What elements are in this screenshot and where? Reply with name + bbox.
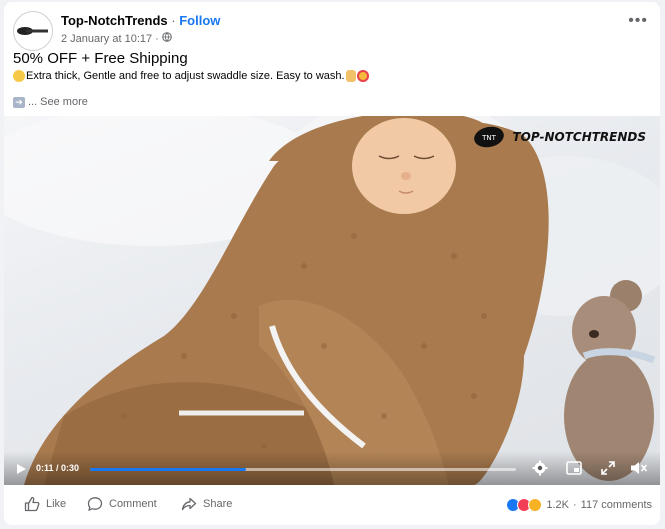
comment-label: Comment [109, 498, 157, 510]
play-button[interactable] [15, 462, 27, 480]
comment-icon [87, 497, 103, 511]
reaction-separator: · [573, 499, 577, 511]
post-meta: 2 January at 10:17 · [61, 32, 172, 45]
comments-count[interactable]: 117 comments [581, 499, 652, 511]
play-icon [17, 464, 26, 474]
share-icon [181, 497, 197, 511]
post-timestamp[interactable]: 2 January at 10:17 [61, 33, 152, 45]
page-avatar[interactable] [13, 11, 53, 51]
video-player[interactable]: TNT TOP-NOTCHTRENDS 0:11 / 0:30 [4, 116, 660, 485]
like-icon [24, 496, 40, 512]
settings-icon [532, 460, 548, 476]
video-frame [4, 116, 660, 485]
see-more-row: ➔ ... See more [13, 96, 88, 108]
see-more-prefix: ... [28, 96, 38, 108]
mini-player-button[interactable] [566, 460, 582, 481]
reaction-count[interactable]: 1.2K [546, 499, 569, 511]
fullscreen-icon [601, 461, 615, 475]
watermark-badge: TNT [481, 134, 497, 142]
video-controls: 0:11 / 0:30 [4, 451, 660, 485]
post-headline: 50% OFF + Free Shipping [13, 50, 188, 67]
comment-button[interactable]: Comment [87, 496, 157, 512]
globe-icon [161, 32, 172, 45]
fullscreen-button[interactable] [600, 460, 616, 481]
post-card: Top-NotchTrends · Follow 2 January at 10… [4, 2, 660, 525]
video-progress-fill [90, 468, 247, 471]
arrow-right-icon: ➔ [13, 96, 25, 108]
video-time: 0:11 / 0:30 [36, 463, 80, 473]
settings-button[interactable] [532, 460, 548, 481]
see-more-link[interactable]: See more [40, 96, 88, 108]
heart-face-emoji-icon [356, 70, 369, 82]
author-separator: · [171, 13, 176, 28]
share-button[interactable]: Share [181, 496, 232, 512]
brand-logo [17, 27, 48, 35]
author-name[interactable]: Top-NotchTrends [61, 13, 168, 28]
baby-bottle-emoji-icon [345, 70, 356, 82]
reactions-summary[interactable]: 1.2K · 117 comments [506, 498, 652, 512]
mute-button[interactable] [630, 460, 648, 481]
more-icon: ••• [628, 12, 648, 29]
like-label: Like [46, 498, 67, 510]
author-row: Top-NotchTrends · Follow [61, 13, 220, 28]
care-reaction-icon [528, 498, 543, 512]
video-progress-bar[interactable] [90, 468, 516, 471]
grin-emoji-icon [13, 70, 25, 82]
like-button[interactable]: Like [24, 496, 66, 512]
mute-icon [631, 462, 648, 474]
watermark-text: TOP-NOTCHTRENDS [512, 130, 647, 144]
watermark-logo: TNT [473, 126, 504, 148]
meta-dot: · [155, 32, 159, 45]
post-actions: Like Comment Share 1.2K · 117 comments [4, 492, 660, 518]
share-label: Share [203, 498, 233, 510]
follow-button[interactable]: Follow [179, 13, 220, 28]
more-options-button[interactable]: ••• [628, 12, 648, 30]
mini-player-icon [566, 461, 582, 475]
video-watermark: TNT TOP-NOTCHTRENDS [472, 124, 647, 150]
post-body-text: Extra thick, Gentle and free to adjust s… [26, 70, 345, 82]
post-body: Extra thick, Gentle and free to adjust s… [13, 70, 369, 82]
